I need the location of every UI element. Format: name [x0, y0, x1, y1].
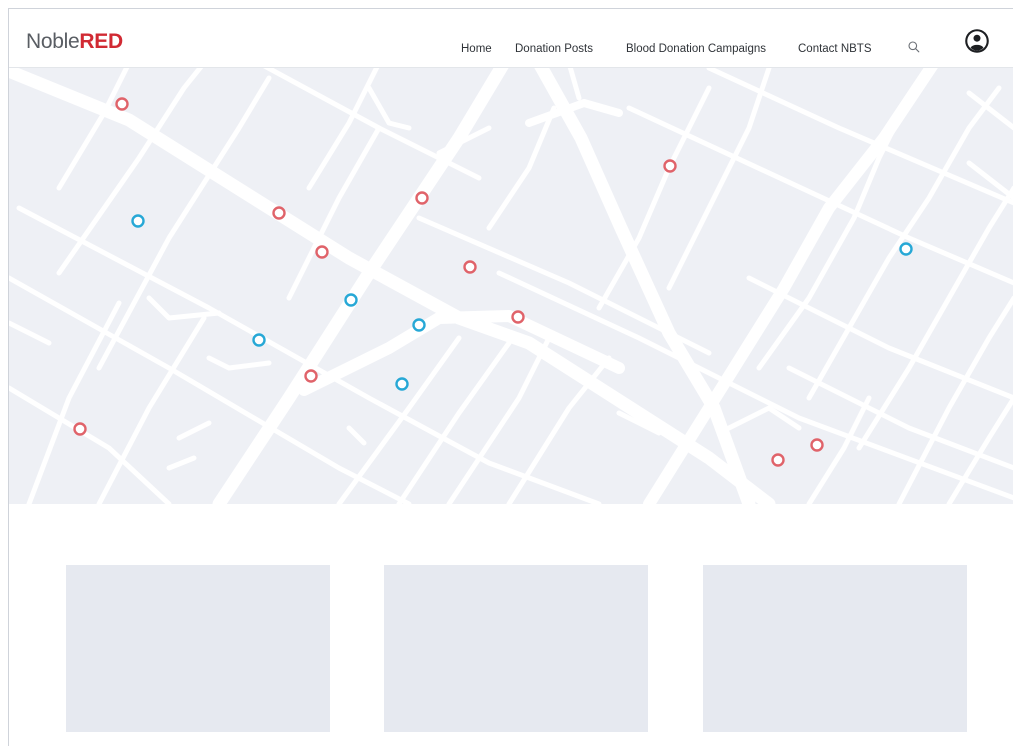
nav-contact-nbts[interactable]: Contact NBTS [798, 42, 872, 56]
blue-map-marker[interactable] [899, 242, 913, 256]
red-map-marker[interactable] [463, 260, 477, 274]
user-circle-icon[interactable] [964, 28, 990, 54]
content-card-placeholder[interactable] [66, 565, 330, 732]
logo-accent: RED [79, 30, 123, 53]
red-map-marker[interactable] [115, 97, 129, 111]
red-map-marker[interactable] [771, 453, 785, 467]
blue-map-marker[interactable] [344, 293, 358, 307]
red-map-marker[interactable] [511, 310, 525, 324]
nav-blood-donation-campaigns[interactable]: Blood Donation Campaigns [626, 42, 766, 56]
red-map-marker[interactable] [304, 369, 318, 383]
blue-map-marker[interactable] [131, 214, 145, 228]
nav-donation-posts[interactable]: Donation Posts [515, 42, 593, 56]
content-card-placeholder[interactable] [384, 565, 648, 732]
red-map-marker[interactable] [810, 438, 824, 452]
search-icon[interactable] [907, 40, 921, 54]
map-canvas[interactable] [9, 68, 1013, 504]
blue-map-marker[interactable] [252, 333, 266, 347]
site-header: NobleRED Home Donation Posts Blood Donat… [9, 9, 1013, 68]
content-card-placeholder[interactable] [703, 565, 967, 732]
blue-map-marker[interactable] [395, 377, 409, 391]
site-logo[interactable]: NobleRED [26, 30, 123, 54]
nav-home[interactable]: Home [461, 42, 492, 56]
red-map-marker[interactable] [315, 245, 329, 259]
browser-page: NobleRED Home Donation Posts Blood Donat… [8, 8, 1013, 746]
red-map-marker[interactable] [663, 159, 677, 173]
donation-map[interactable] [9, 68, 1013, 504]
red-map-marker[interactable] [272, 206, 286, 220]
blue-map-marker[interactable] [412, 318, 426, 332]
logo-prefix: Noble [26, 30, 80, 53]
red-map-marker[interactable] [415, 191, 429, 205]
red-map-marker[interactable] [73, 422, 87, 436]
